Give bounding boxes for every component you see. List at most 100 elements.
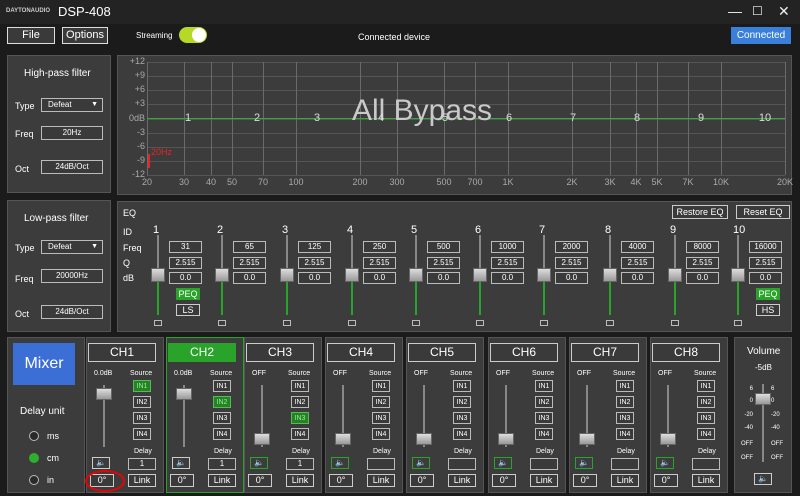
source-in1-button[interactable]: IN1: [535, 380, 553, 392]
eq-band-db-input[interactable]: 0.0: [427, 272, 460, 284]
speaker-mute-icon[interactable]: 🔈: [250, 457, 268, 469]
channel-phase-button[interactable]: 0°: [573, 474, 597, 487]
lowpass-type-select[interactable]: Defeat ▼: [41, 240, 103, 254]
channel-fader-thumb[interactable]: [416, 433, 432, 445]
speaker-mute-icon[interactable]: 🔈: [412, 457, 430, 469]
eq-band-db-input[interactable]: 0.0: [749, 272, 782, 284]
channel-header-button[interactable]: CH6: [490, 343, 558, 362]
speaker-mute-icon[interactable]: 🔈: [575, 457, 593, 469]
eq-band-freq-input[interactable]: 8000: [686, 241, 719, 253]
eq-band-slider-thumb[interactable]: [731, 268, 745, 282]
source-in3-button[interactable]: IN3: [291, 412, 309, 424]
eq-band-bypass-checkbox[interactable]: [476, 320, 484, 326]
channel-header-button[interactable]: CH7: [571, 343, 639, 362]
channel-header-button[interactable]: CH5: [408, 343, 476, 362]
source-in1-button[interactable]: IN1: [453, 380, 471, 392]
streaming-toggle[interactable]: [179, 27, 207, 43]
eq-band-peq-button[interactable]: PEQ: [176, 288, 200, 300]
channel-phase-button[interactable]: 0°: [170, 474, 194, 487]
source-in3-button[interactable]: IN3: [372, 412, 390, 424]
eq-band-freq-input[interactable]: 31: [169, 241, 202, 253]
source-in1-button[interactable]: IN1: [213, 380, 231, 392]
eq-band-q-input[interactable]: 2.515: [169, 257, 202, 269]
channel-fader-thumb[interactable]: [254, 433, 270, 445]
lowpass-oct-select[interactable]: 24dB/Oct: [41, 305, 103, 319]
eq-band-slider-thumb[interactable]: [151, 268, 165, 282]
source-in4-button[interactable]: IN4: [453, 428, 471, 440]
source-in2-button[interactable]: IN2: [133, 396, 151, 408]
eq-band-peq-button[interactable]: PEQ: [756, 288, 780, 300]
eq-band-slider-thumb[interactable]: [280, 268, 294, 282]
delay-unit-radio-ms[interactable]: [29, 431, 39, 441]
eq-band-bypass-checkbox[interactable]: [606, 320, 614, 326]
volume-speaker-icon[interactable]: 🔈: [754, 473, 772, 485]
channel-delay-input[interactable]: 1: [128, 458, 156, 470]
eq-band-db-input[interactable]: 0.0: [169, 272, 202, 284]
delay-unit-radio-cm[interactable]: [29, 453, 39, 463]
source-in3-button[interactable]: IN3: [697, 412, 715, 424]
channel-header-button[interactable]: CH2: [168, 343, 236, 362]
channel-phase-button[interactable]: 0°: [654, 474, 678, 487]
channel-header-button[interactable]: CH4: [327, 343, 395, 362]
source-in4-button[interactable]: IN4: [697, 428, 715, 440]
source-in4-button[interactable]: IN4: [535, 428, 553, 440]
source-in2-button[interactable]: IN2: [697, 396, 715, 408]
channel-delay-input[interactable]: [692, 458, 720, 470]
source-in1-button[interactable]: IN1: [372, 380, 390, 392]
source-in3-button[interactable]: IN3: [213, 412, 231, 424]
source-in2-button[interactable]: IN2: [291, 396, 309, 408]
channel-link-button[interactable]: Link: [611, 474, 639, 487]
speaker-mute-icon[interactable]: 🔈: [656, 457, 674, 469]
eq-band-slider-thumb[interactable]: [473, 268, 487, 282]
eq-band-slider-thumb[interactable]: [409, 268, 423, 282]
eq-band-q-input[interactable]: 2.515: [298, 257, 331, 269]
source-in2-button[interactable]: IN2: [535, 396, 553, 408]
channel-fader-thumb[interactable]: [579, 433, 595, 445]
eq-band-bypass-checkbox[interactable]: [540, 320, 548, 326]
eq-band-freq-input[interactable]: 1000: [491, 241, 524, 253]
eq-band-slider-thumb[interactable]: [603, 268, 617, 282]
channel-fader-thumb[interactable]: [660, 433, 676, 445]
eq-band-slider-thumb[interactable]: [668, 268, 682, 282]
eq-band-q-input[interactable]: 2.515: [686, 257, 719, 269]
eq-band-freq-input[interactable]: 125: [298, 241, 331, 253]
source-in2-button[interactable]: IN2: [616, 396, 634, 408]
highpass-oct-select[interactable]: 24dB/Oct: [41, 160, 103, 174]
eq-band-bypass-checkbox[interactable]: [283, 320, 291, 326]
eq-band-db-input[interactable]: 0.0: [686, 272, 719, 284]
eq-band-db-input[interactable]: 0.0: [363, 272, 396, 284]
channel-fader-thumb[interactable]: [498, 433, 514, 445]
eq-band-slider-thumb[interactable]: [215, 268, 229, 282]
eq-band-db-input[interactable]: 0.0: [621, 272, 654, 284]
close-button[interactable]: ✕: [778, 4, 790, 18]
channel-delay-input[interactable]: [611, 458, 639, 470]
eq-band-freq-input[interactable]: 4000: [621, 241, 654, 253]
channel-link-button[interactable]: Link: [448, 474, 476, 487]
source-in3-button[interactable]: IN3: [535, 412, 553, 424]
eq-band-q-input[interactable]: 2.515: [491, 257, 524, 269]
channel-delay-input[interactable]: 1: [286, 458, 314, 470]
eq-band-db-input[interactable]: 0.0: [491, 272, 524, 284]
speaker-mute-icon[interactable]: 🔈: [494, 457, 512, 469]
eq-band-bypass-checkbox[interactable]: [734, 320, 742, 326]
minimize-button[interactable]: —: [728, 4, 742, 18]
eq-band-q-input[interactable]: 2.515: [749, 257, 782, 269]
file-menu-button[interactable]: File: [7, 27, 55, 44]
source-in1-button[interactable]: IN1: [291, 380, 309, 392]
channel-phase-button[interactable]: 0°: [329, 474, 353, 487]
channel-link-button[interactable]: Link: [208, 474, 236, 487]
speaker-mute-icon[interactable]: 🔈: [331, 457, 349, 469]
source-in4-button[interactable]: IN4: [372, 428, 390, 440]
eq-band-freq-input[interactable]: 65: [233, 241, 266, 253]
source-in4-button[interactable]: IN4: [133, 428, 151, 440]
channel-link-button[interactable]: Link: [128, 474, 156, 487]
source-in2-button[interactable]: IN2: [213, 396, 231, 408]
source-in1-button[interactable]: IN1: [133, 380, 151, 392]
source-in1-button[interactable]: IN1: [616, 380, 634, 392]
speaker-mute-icon[interactable]: 🔈: [172, 457, 190, 469]
source-in1-button[interactable]: IN1: [697, 380, 715, 392]
eq-band-q-input[interactable]: 2.515: [363, 257, 396, 269]
channel-fader-thumb[interactable]: [335, 433, 351, 445]
channel-phase-button[interactable]: 0°: [410, 474, 434, 487]
eq-band-q-input[interactable]: 2.515: [555, 257, 588, 269]
